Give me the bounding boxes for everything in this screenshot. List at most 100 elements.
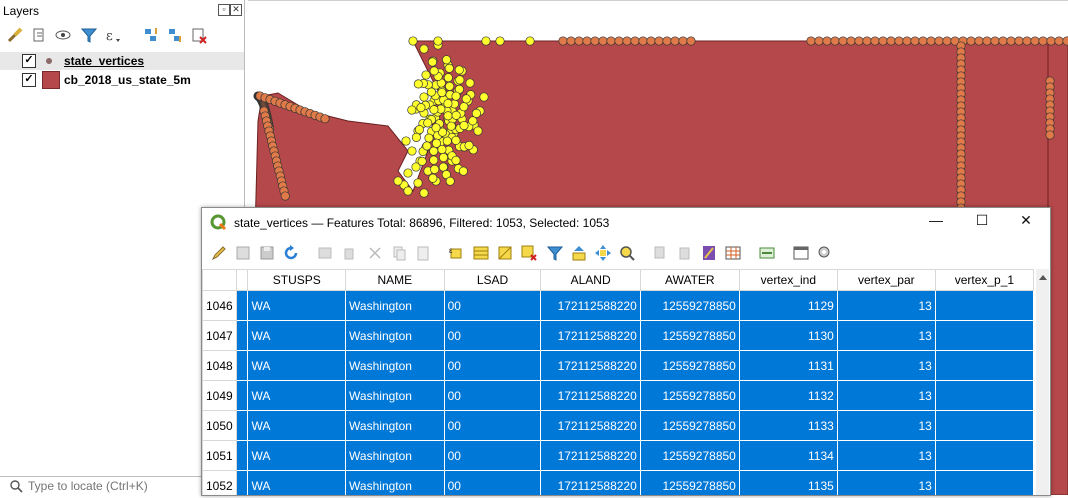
corner-header[interactable] <box>202 269 237 291</box>
table-cell[interactable]: Washington <box>345 470 445 495</box>
column-header[interactable]: LSAD <box>443 269 542 291</box>
filter-icon[interactable] <box>80 26 98 44</box>
table-cell[interactable]: 13 <box>836 290 936 321</box>
table-cell[interactable]: 12559278850 <box>639 350 740 381</box>
table-cell[interactable]: 172112588220 <box>540 470 641 495</box>
table-cell[interactable]: 13 <box>836 350 936 381</box>
reload-icon[interactable] <box>282 244 300 262</box>
layer-visibility-checkbox[interactable]: ✓ <box>22 54 36 68</box>
table-cell[interactable]: 13 <box>836 320 936 351</box>
column-header[interactable]: ALAND <box>540 269 641 291</box>
table-cell[interactable]: Washington <box>345 440 445 471</box>
column-header[interactable]: vertex_par <box>836 269 936 291</box>
table-cell[interactable]: Washington <box>345 380 445 411</box>
float-panel-icon[interactable]: ▫ <box>218 4 230 16</box>
remove-layer-icon[interactable] <box>190 26 208 44</box>
table-cell[interactable]: 172112588220 <box>540 350 641 381</box>
table-cell[interactable]: 1130 <box>738 320 838 351</box>
copy-icon[interactable] <box>390 244 408 262</box>
table-cell[interactable]: WA <box>247 320 347 351</box>
table-cell[interactable]: 13 <box>836 410 936 441</box>
table-cell[interactable]: 1134 <box>738 440 838 471</box>
window-titlebar[interactable]: state_vertices — Features Total: 86896, … <box>202 208 1050 237</box>
row-selector-cell[interactable] <box>235 320 249 351</box>
table-cell[interactable]: 12559278850 <box>639 440 740 471</box>
collapse-all-icon[interactable] <box>166 26 184 44</box>
column-header[interactable]: vertex_ind <box>738 269 838 291</box>
table-row[interactable]: 1051 WA Washington 00 172112588220 1255927885… <box>202 440 1034 471</box>
row-selector-cell[interactable] <box>235 290 249 321</box>
column-header[interactable]: AWATER <box>639 269 740 291</box>
table-cell[interactable]: Washington <box>345 290 445 321</box>
zoom-to-selection-icon[interactable] <box>618 244 636 262</box>
table-cell[interactable]: 172112588220 <box>540 380 641 411</box>
table-cell[interactable]: 13 <box>836 470 936 495</box>
row-selector-cell[interactable] <box>235 440 249 471</box>
table-cell[interactable] <box>934 470 1034 495</box>
table-row[interactable]: 1049 WA Washington 00 172112588220 1255927885… <box>202 380 1034 411</box>
dock-table-icon[interactable] <box>792 244 810 262</box>
actions-icon[interactable] <box>758 244 776 262</box>
paste-icon[interactable] <box>414 244 432 262</box>
deselect-all-icon[interactable] <box>520 244 538 262</box>
table-cell[interactable]: WA <box>247 470 347 495</box>
table-cell[interactable]: WA <box>247 350 347 381</box>
table-cell[interactable]: 13 <box>836 440 936 471</box>
row-number[interactable]: 1051 <box>202 440 237 471</box>
filter-select-icon[interactable] <box>546 244 564 262</box>
table-cell[interactable]: Washington <box>345 410 445 441</box>
paste-features-icon[interactable] <box>676 244 694 262</box>
table-cell[interactable]: 12559278850 <box>639 410 740 441</box>
row-number[interactable]: 1048 <box>202 350 237 381</box>
conditional-formatting-icon[interactable] <box>724 244 742 262</box>
column-header[interactable]: vertex_p_1 <box>934 269 1034 291</box>
table-cell[interactable]: 12559278850 <box>639 320 740 351</box>
table-cell[interactable]: 12559278850 <box>639 290 740 321</box>
row-selector-cell[interactable] <box>235 410 249 441</box>
table-cell[interactable]: 12559278850 <box>639 470 740 495</box>
invert-selection-icon[interactable] <box>496 244 514 262</box>
table-cell[interactable]: 00 <box>443 440 542 471</box>
table-cell[interactable]: 172112588220 <box>540 440 641 471</box>
table-cell[interactable]: 1132 <box>738 380 838 411</box>
toggle-editing-icon[interactable] <box>210 244 228 262</box>
table-row[interactable]: 1052 WA Washington 00 172112588220 1255927885… <box>202 470 1034 495</box>
row-number[interactable]: 1050 <box>202 410 237 441</box>
row-selector-cell[interactable] <box>235 350 249 381</box>
table-cell[interactable]: 172112588220 <box>540 320 641 351</box>
table-cell[interactable]: 00 <box>443 380 542 411</box>
table-cell[interactable]: 1135 <box>738 470 838 495</box>
table-row[interactable]: 1046 WA Washington 00 172112588220 1255927885… <box>202 290 1034 321</box>
layer-item-state-vertices[interactable]: ✓ state_vertices <box>0 52 244 70</box>
move-selection-to-top-icon[interactable] <box>570 244 588 262</box>
table-cell[interactable]: Washington <box>345 320 445 351</box>
table-cell[interactable]: WA <box>247 290 347 321</box>
column-header[interactable]: NAME <box>345 269 445 291</box>
table-cell[interactable] <box>934 440 1034 471</box>
table-cell[interactable] <box>934 410 1034 441</box>
minimize-button[interactable]: — <box>918 212 954 232</box>
expand-all-icon[interactable] <box>142 26 160 44</box>
select-all-icon[interactable] <box>472 244 490 262</box>
column-header[interactable]: STUSPS <box>247 269 347 291</box>
table-cell[interactable]: 13 <box>836 380 936 411</box>
row-selector-cell[interactable] <box>235 380 249 411</box>
field-calculator-icon[interactable] <box>700 244 718 262</box>
style-brush-icon[interactable] <box>6 26 24 44</box>
table-cell[interactable]: 172112588220 <box>540 290 641 321</box>
scroll-up-icon[interactable] <box>1039 275 1047 280</box>
table-cell[interactable] <box>934 290 1034 321</box>
pan-to-selection-icon[interactable] <box>594 244 612 262</box>
close-button[interactable]: ✕ <box>1008 212 1044 232</box>
vertical-scrollbar[interactable] <box>1036 269 1049 495</box>
table-cell[interactable]: 1129 <box>738 290 838 321</box>
layer-visibility-checkbox[interactable]: ✓ <box>22 73 36 87</box>
cut-icon[interactable] <box>366 244 384 262</box>
add-group-icon[interactable] <box>30 26 48 44</box>
table-row[interactable]: 1048 WA Washington 00 172112588220 1255927885… <box>202 350 1034 381</box>
table-cell[interactable]: 00 <box>443 290 542 321</box>
select-by-expression-icon[interactable]: ε <box>448 244 466 262</box>
table-cell[interactable]: 1133 <box>738 410 838 441</box>
table-cell[interactable]: Washington <box>345 350 445 381</box>
table-row[interactable]: 1050 WA Washington 00 172112588220 1255927885… <box>202 410 1034 441</box>
